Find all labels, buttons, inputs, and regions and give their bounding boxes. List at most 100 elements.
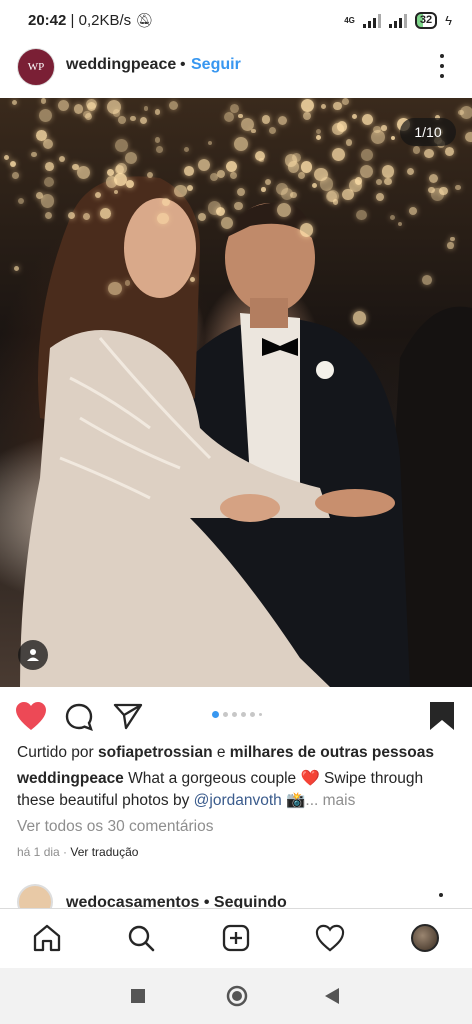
nav-profile[interactable] [410,923,440,953]
light-bokeh [321,103,327,109]
status-bar: 20:42 | 0,2KB/s 🔕︎ 4G 32 ϟ [0,0,472,40]
light-bokeh [342,98,349,105]
bottom-navigation [0,908,472,969]
likes-middle: e [212,744,230,761]
nav-activity[interactable] [315,923,345,953]
comment-button[interactable] [64,702,94,732]
carousel-dot [232,712,237,717]
translate-link[interactable]: Ver tradução [70,845,138,859]
light-bokeh [238,113,243,118]
light-bokeh [316,134,322,140]
nav-search[interactable] [126,923,156,953]
light-bokeh [352,311,367,325]
header-separator: • [180,56,186,73]
light-bokeh [412,146,421,154]
nav-new-post[interactable] [221,923,251,953]
signal-2-icon [388,13,407,28]
post-photo[interactable] [0,98,472,687]
system-navigation-bar [0,968,472,1024]
status-right: 4G 32 ϟ [344,12,452,29]
light-bokeh [125,180,134,189]
light-bokeh [375,192,384,201]
user-tag-icon [27,649,39,661]
light-bokeh [43,177,54,188]
like-button[interactable] [14,700,48,732]
light-bokeh [76,166,90,180]
back-triangle-icon [325,988,339,1004]
light-bokeh [300,161,313,173]
light-bokeh [297,171,305,179]
back-system-button[interactable] [323,986,341,1006]
light-bokeh [237,188,245,196]
share-button[interactable] [112,701,144,731]
clock: 20:42 [28,12,67,29]
light-bokeh [360,164,374,178]
activity-heart-icon [315,924,345,952]
light-bokeh [302,111,312,120]
light-bokeh [261,186,266,192]
next-post-more-icon[interactable] [439,893,443,897]
light-bokeh [73,104,84,114]
post-meta: há 1 dia · Ver tradução [17,845,138,859]
recent-apps-button[interactable] [130,988,146,1004]
carousel-dot [259,713,262,716]
light-bokeh [107,281,122,296]
light-bokeh [40,98,47,104]
likes-others[interactable]: milhares de outras pessoas [230,744,434,761]
save-button[interactable] [428,700,456,732]
light-bokeh [299,223,313,237]
follow-button[interactable]: Seguir [191,56,241,74]
signal-icon [362,13,381,28]
light-bokeh [356,209,367,221]
light-bokeh [424,148,434,158]
author-avatar[interactable]: WP [17,48,55,86]
bookmark-icon [430,702,454,730]
post-caption: weddingpeace What a gorgeous couple ❤️ S… [17,768,462,812]
light-bokeh [184,166,194,176]
light-bokeh [447,242,454,249]
home-system-button[interactable] [225,984,249,1008]
meta-separator: · [59,845,71,859]
light-bokeh [17,197,24,204]
light-bokeh [40,194,55,208]
more-options-icon[interactable] [430,54,454,78]
couple-illustration [20,176,472,687]
caption-more-link[interactable]: ... mais [305,792,355,809]
light-bokeh [184,146,190,152]
light-bokeh [86,98,97,110]
carousel-dot [223,712,228,717]
comment-icon [65,703,93,731]
user-tag-button[interactable] [18,640,48,670]
caption-username[interactable]: weddingpeace [17,770,124,787]
light-bokeh [57,99,69,111]
light-bokeh [445,147,454,157]
liked-by-user[interactable]: sofiapetrossian [98,744,213,761]
camera-emoji: 📸 [281,792,306,809]
battery-level: 32 [419,14,433,26]
caption-mention[interactable]: @jordanvoth [194,792,282,809]
avatar-monogram: WP [27,61,45,73]
heart-icon [16,702,46,730]
light-bokeh [162,197,171,206]
likes-prefix: Curtido por [17,744,98,761]
light-bokeh [382,165,395,178]
view-comments-link[interactable]: Ver todos os 30 comentários [17,818,213,836]
light-bokeh [314,167,328,182]
light-bokeh [44,162,54,171]
light-bokeh [336,121,348,132]
carousel-dot [250,712,255,717]
light-bokeh [45,212,53,219]
light-bokeh [124,280,131,286]
light-bokeh [84,112,92,120]
send-icon [113,703,143,730]
light-bokeh [342,189,354,201]
nav-home[interactable] [32,923,62,953]
carousel-dot [241,712,246,717]
add-post-icon [222,924,250,952]
author-username[interactable]: weddingpeace [66,56,176,74]
network-type: 4G [344,16,355,25]
light-bokeh [384,177,392,186]
circle-icon [226,985,248,1007]
network-speed: 0,2KB/s [78,12,132,29]
likes-line[interactable]: Curtido por sofiapetrossian e milhares d… [17,744,434,762]
